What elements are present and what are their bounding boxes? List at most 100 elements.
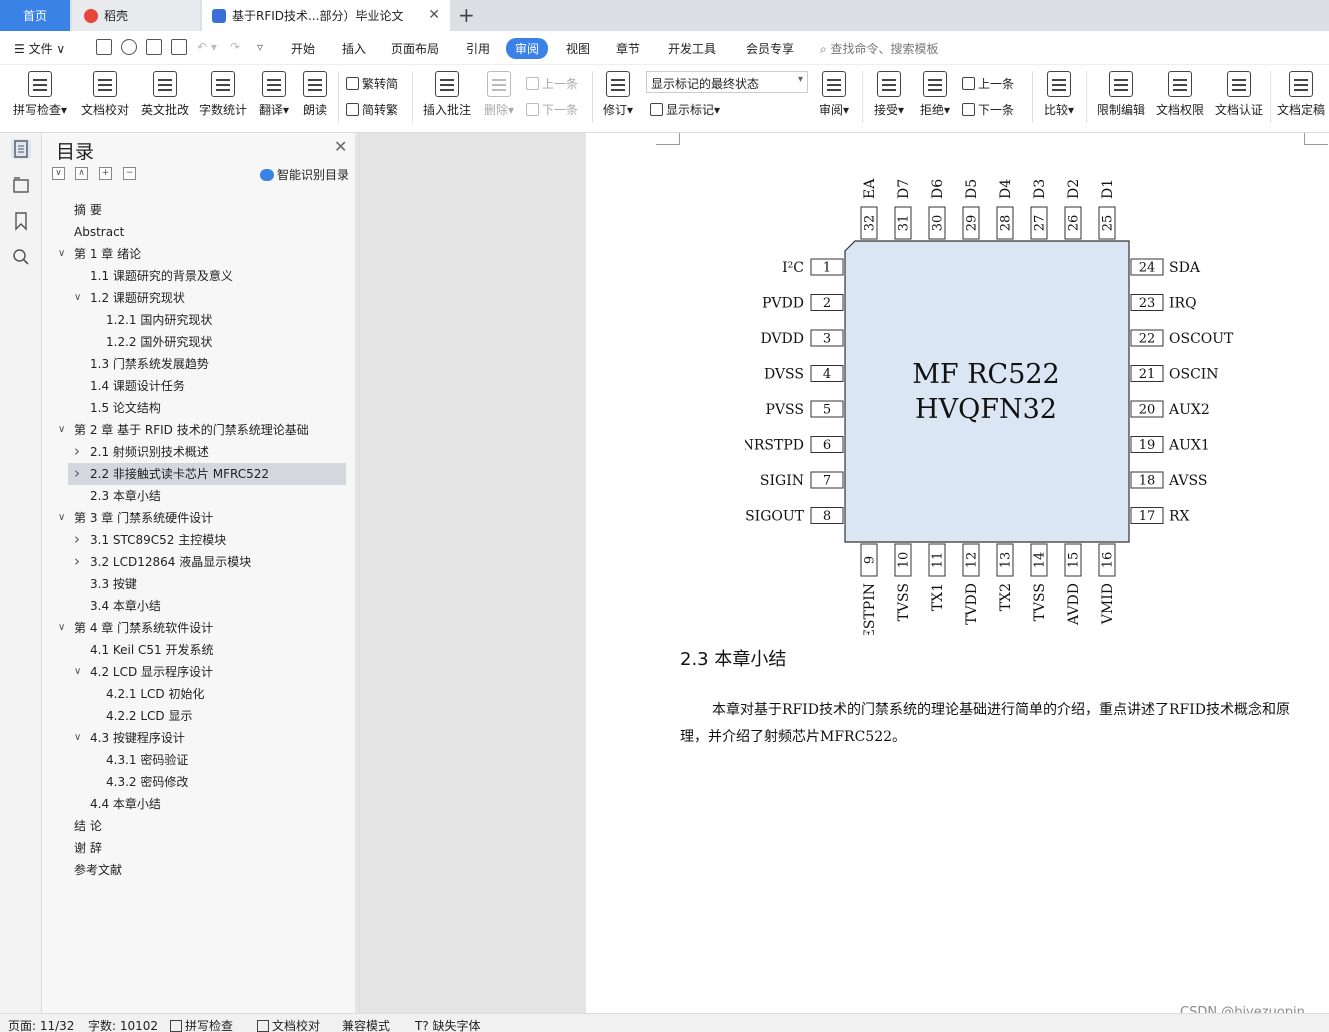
doc-permission-button[interactable]: 文档权限 <box>1153 69 1207 125</box>
toc-item[interactable]: 谢 辞 <box>42 837 352 859</box>
missing-font-indicator[interactable]: T? 缺失字体 <box>415 1017 481 1032</box>
toc-item[interactable]: 4.2 LCD 显示程序设计 ∨ <box>42 661 352 683</box>
toc-item[interactable]: 1.5 论文结构 <box>42 397 352 419</box>
toc-item[interactable]: 结 论 <box>42 815 352 837</box>
toc-item[interactable]: 2.2 非接触式读卡芯片 MFRC522 › <box>68 463 346 485</box>
menu-insert[interactable]: 插入 <box>342 40 366 57</box>
chevron-down-icon[interactable]: ∨ <box>58 243 65 265</box>
toc-item[interactable]: 4.2.1 LCD 初始化 <box>42 683 352 705</box>
toc-item[interactable]: 1.4 课题设计任务 <box>42 375 352 397</box>
track-changes-button[interactable]: 修订▾ <box>598 69 638 125</box>
show-markup-button[interactable]: 显示标记▾ <box>650 101 720 118</box>
doc-proof-button[interactable]: 文档校对 <box>78 69 132 125</box>
menu-member[interactable]: 会员专享 <box>746 40 794 57</box>
toc-item[interactable]: 3.4 本章小结 <box>42 595 352 617</box>
reject-button[interactable]: 拒绝▾ <box>916 69 954 125</box>
chevron-down-icon[interactable]: ∨ <box>74 661 81 683</box>
spell-check-button[interactable]: 拼写检查▾ <box>10 69 70 125</box>
toc-item[interactable]: 第 2 章 基于 RFID 技术的门禁系统理论基础 ∨ <box>42 419 352 441</box>
toc-item[interactable]: 4.2.2 LCD 显示 <box>42 705 352 727</box>
toc-item[interactable]: 4.4 本章小结 <box>42 793 352 815</box>
toc-item[interactable]: 1.3 门禁系统发展趋势 <box>42 353 352 375</box>
toc-item[interactable]: 1.1 课题研究的背景及意义 <box>42 265 352 287</box>
search-icon[interactable] <box>11 247 31 267</box>
toc-scrollbar[interactable] <box>355 133 359 1013</box>
save-icon[interactable] <box>96 39 112 55</box>
doc-proof-status[interactable]: 文档校对 <box>257 1017 320 1032</box>
trad-to-simp-button[interactable]: 繁转简 <box>346 75 398 92</box>
menu-start[interactable]: 开始 <box>291 40 315 57</box>
word-count-button[interactable]: 字数统计 <box>196 69 250 125</box>
smart-toc-button[interactable]: 智能识别目录 <box>260 166 349 183</box>
chevron-down-icon[interactable]: ∨ <box>58 507 65 529</box>
command-search[interactable]: ⌕ 查找命令、搜索模板 <box>820 40 939 57</box>
toc-item[interactable]: 3.2 LCD12864 液晶显示模块 › <box>42 551 352 573</box>
tab-document[interactable]: 基于RFID技术...部分）毕业论文 ✕ <box>202 0 450 31</box>
toc-item[interactable]: 4.1 Keil C51 开发系统 <box>42 639 352 661</box>
delete-comment-button[interactable]: 删除▾ <box>480 69 518 125</box>
menu-view[interactable]: 视图 <box>566 40 590 57</box>
chevron-down-icon[interactable]: ∨ <box>58 419 65 441</box>
restrict-edit-button[interactable]: 限制编辑 <box>1094 69 1148 125</box>
translate-button[interactable]: 翻译▾ <box>254 69 294 125</box>
toc-item[interactable]: 3.3 按键 <box>42 573 352 595</box>
toc-item[interactable]: 参考文献 <box>42 859 352 881</box>
toc-item[interactable]: 1.2.1 国内研究现状 <box>42 309 352 331</box>
print-icon[interactable] <box>146 39 162 55</box>
toc-item[interactable]: 2.3 本章小结 <box>42 485 352 507</box>
insert-comment-button[interactable]: 插入批注 <box>420 69 474 125</box>
english-review-button[interactable]: 英文批改 <box>138 69 192 125</box>
doc-finalize-button[interactable]: 文档定稿 <box>1274 69 1328 125</box>
chevron-right-icon[interactable]: › <box>74 440 80 462</box>
markup-state-select[interactable]: 显示标记的最终状态 <box>646 71 808 93</box>
simp-to-trad-button[interactable]: 简转繁 <box>346 101 398 118</box>
chevron-down-icon[interactable]: ∨ <box>74 287 81 309</box>
toc-item[interactable]: 2.1 射频识别技术概述 › <box>42 441 352 463</box>
doc-cert-button[interactable]: 文档认证 <box>1212 69 1266 125</box>
tab-home[interactable]: 首页 <box>0 0 70 31</box>
toc-item[interactable]: 摘 要 <box>42 199 352 221</box>
prev-change-button[interactable]: 上一条 <box>962 75 1014 92</box>
toc-item[interactable]: 1.2.2 国外研究现状 <box>42 331 352 353</box>
prev-comment-button[interactable]: 上一条 <box>526 75 578 92</box>
tab-daoke[interactable]: 稻壳 <box>72 0 200 31</box>
chevron-right-icon[interactable]: › <box>74 462 80 484</box>
close-icon[interactable]: ✕ <box>428 7 440 23</box>
export-icon[interactable] <box>121 39 137 55</box>
toc-item[interactable]: 第 1 章 绪论 ∨ <box>42 243 352 265</box>
toc-item[interactable]: 3.1 STC89C52 主控模块 › <box>42 529 352 551</box>
chevron-down-icon[interactable]: ∨ <box>74 727 81 749</box>
toc-item[interactable]: 第 3 章 门禁系统硬件设计 ∨ <box>42 507 352 529</box>
chapter-nav-icon[interactable] <box>11 175 31 195</box>
chevron-right-icon[interactable]: › <box>74 528 80 550</box>
collapse-all-icon[interactable]: ∨ <box>52 167 65 180</box>
chevron-right-icon[interactable]: › <box>74 550 80 572</box>
menu-chapter[interactable]: 章节 <box>616 40 640 57</box>
toc-item[interactable]: 4.3 按键程序设计 ∨ <box>42 727 352 749</box>
toc-item[interactable]: 第 4 章 门禁系统软件设计 ∨ <box>42 617 352 639</box>
word-count-indicator[interactable]: 字数: 10102 <box>88 1017 158 1032</box>
undo-icon[interactable]: ↶ ▾ <box>197 40 217 54</box>
redo-icon[interactable]: ↷ <box>230 40 240 54</box>
add-heading-icon[interactable]: + <box>99 167 112 180</box>
expand-up-icon[interactable]: ∧ <box>75 167 88 180</box>
toc-item[interactable]: 4.3.1 密码验证 <box>42 749 352 771</box>
accept-button[interactable]: 接受▾ <box>870 69 908 125</box>
toc-panel-icon[interactable] <box>11 139 31 159</box>
toc-item[interactable]: Abstract <box>42 221 352 243</box>
new-tab-icon[interactable]: + <box>458 3 475 27</box>
menu-reference[interactable]: 引用 <box>466 40 490 57</box>
toc-item[interactable]: 1.2 课题研究现状 ∨ <box>42 287 352 309</box>
menu-developer[interactable]: 开发工具 <box>668 40 716 57</box>
bookmark-icon[interactable] <box>11 211 31 231</box>
spell-check-status[interactable]: 拼写检查 <box>170 1017 233 1032</box>
page-indicator[interactable]: 页面: 11/32 <box>8 1017 74 1032</box>
next-change-button[interactable]: 下一条 <box>962 101 1014 118</box>
file-menu[interactable]: ☰ 文件 ∨ <box>14 40 65 57</box>
close-icon[interactable]: ✕ <box>334 137 347 156</box>
menu-page-layout[interactable]: 页面布局 <box>391 40 439 57</box>
chevron-down-icon[interactable]: ∨ <box>58 617 65 639</box>
remove-heading-icon[interactable]: − <box>123 167 136 180</box>
customize-quick-access-icon[interactable]: ▿ <box>257 40 263 54</box>
compare-button[interactable]: 比较▾ <box>1040 69 1078 125</box>
